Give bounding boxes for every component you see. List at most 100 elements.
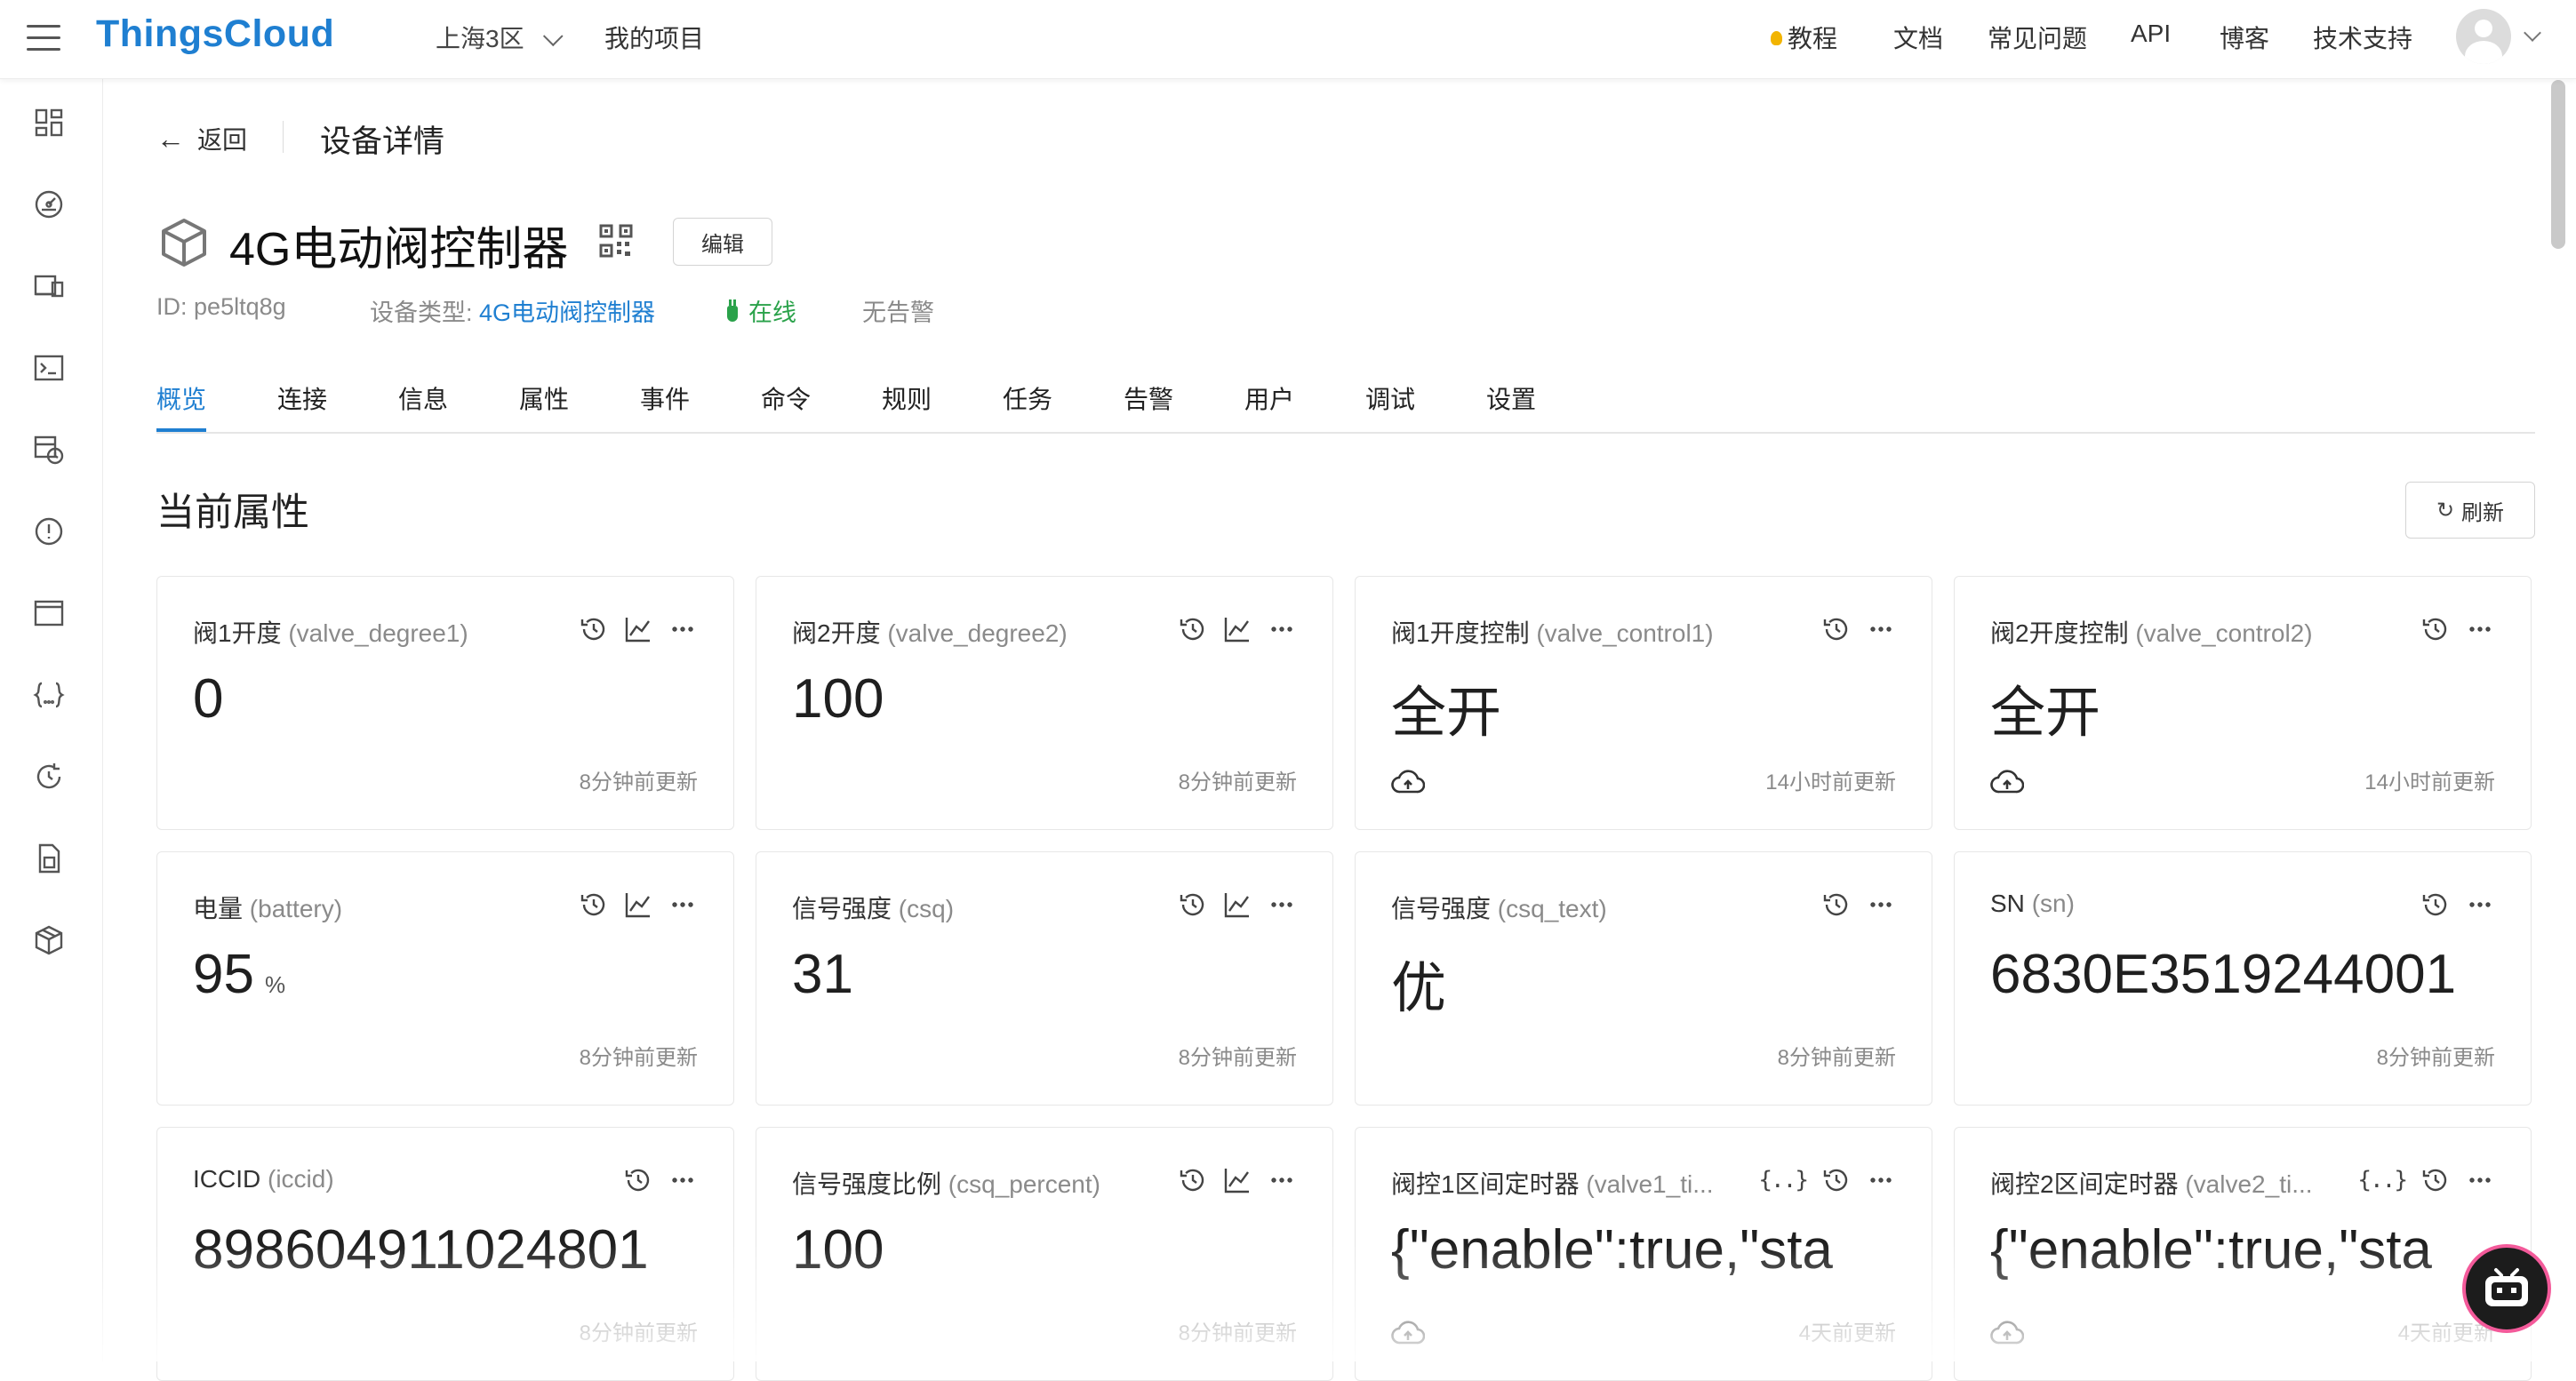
more-icon[interactable] (1866, 890, 1896, 920)
property-label: SN (sn) (1990, 890, 2075, 917)
avatar[interactable] (2456, 9, 2511, 64)
history-icon[interactable] (623, 1165, 653, 1195)
chevron-down-icon (542, 26, 564, 47)
refresh-icon: ↻ (2436, 498, 2455, 523)
window-icon[interactable] (32, 596, 66, 630)
more-icon[interactable] (1866, 1165, 1896, 1195)
history-icon[interactable] (1821, 614, 1852, 644)
edit-button[interactable]: 编辑 (673, 218, 772, 266)
cloud-upload-icon[interactable] (1990, 769, 2025, 795)
history-icon[interactable] (1178, 614, 1208, 644)
package-icon[interactable] (32, 923, 66, 957)
nav-tutorial[interactable]: 教程 (1771, 20, 1837, 55)
json-icon[interactable]: {..} (2357, 1167, 2408, 1193)
sidebar (0, 79, 103, 1361)
region-selector[interactable]: 上海3区 (436, 20, 564, 55)
nav-api[interactable]: API (2131, 20, 2171, 48)
nav-faq[interactable]: 常见问题 (1988, 20, 2087, 55)
updated-time: 8分钟前更新 (1178, 770, 1297, 794)
tab-info[interactable]: 信息 (398, 380, 448, 430)
updated-time: 8分钟前更新 (2376, 1046, 2495, 1070)
chart-icon[interactable] (623, 890, 653, 920)
property-value: 6830E3519244001 (1990, 944, 2457, 1005)
tab-debug[interactable]: 调试 (1365, 380, 1415, 430)
dashboard-icon[interactable] (32, 106, 66, 140)
property-label: 信号强度比例 (csq_percent) (792, 1170, 1100, 1198)
menu-icon[interactable] (27, 25, 60, 52)
property-label: 阀控1区间定时器 (valve1_ti... (1391, 1170, 1714, 1198)
chart-icon[interactable] (1222, 1165, 1252, 1195)
more-icon[interactable] (2465, 614, 2495, 644)
tab-rules[interactable]: 规则 (882, 380, 932, 430)
more-icon[interactable] (668, 614, 698, 644)
back-button[interactable]: ← 返回 (156, 121, 247, 156)
more-icon[interactable] (1866, 614, 1896, 644)
qr-code-icon[interactable] (599, 224, 633, 258)
tab-commands[interactable]: 命令 (761, 380, 811, 430)
chart-icon[interactable] (623, 614, 653, 644)
chevron-down-icon[interactable] (2524, 24, 2541, 42)
alert-icon[interactable] (32, 515, 66, 548)
more-icon[interactable] (2465, 1165, 2495, 1195)
history-icon[interactable] (579, 890, 609, 920)
property-label: 信号强度 (csq) (792, 895, 955, 922)
nav-blog[interactable]: 博客 (2220, 20, 2269, 55)
lightbulb-icon (1771, 31, 1782, 45)
device-id: ID: pe5ltq8g (156, 293, 286, 321)
json-icon[interactable] (32, 678, 66, 712)
history-icon[interactable] (2420, 614, 2451, 644)
tab-tasks[interactable]: 任务 (1003, 380, 1052, 430)
arrow-left-icon: ← (156, 122, 185, 155)
chart-icon[interactable] (1222, 890, 1252, 920)
device-type-link[interactable]: 4G电动阀控制器 (479, 299, 655, 326)
refresh-button[interactable]: ↻ 刷新 (2405, 482, 2535, 539)
sim-card-icon[interactable] (32, 842, 66, 875)
chart-icon[interactable] (1222, 614, 1252, 644)
more-icon[interactable] (668, 1165, 698, 1195)
brand-logo[interactable]: ThingsCloud (96, 12, 334, 56)
history-icon[interactable] (2420, 890, 2451, 920)
schedule-icon[interactable] (32, 433, 66, 467)
gauge-icon[interactable] (32, 188, 66, 221)
device-type: 设备类型: 4G电动阀控制器 (370, 293, 655, 328)
reload-icon[interactable] (32, 760, 66, 794)
divider (283, 121, 284, 153)
property-card: ICCID (iccid) 898604911024801 8分钟前更新 (156, 1127, 734, 1381)
tab-events[interactable]: 事件 (640, 380, 690, 430)
history-icon[interactable] (1178, 890, 1208, 920)
more-icon[interactable] (1267, 1165, 1297, 1195)
terminal-icon[interactable] (32, 351, 66, 385)
more-icon[interactable] (2465, 890, 2495, 920)
history-icon[interactable] (1821, 1165, 1852, 1195)
my-projects-link[interactable]: 我的项目 (604, 20, 704, 55)
more-icon[interactable] (1267, 614, 1297, 644)
property-value: 898604911024801 (193, 1219, 649, 1281)
tab-attributes[interactable]: 属性 (519, 380, 569, 430)
history-icon[interactable] (1821, 890, 1852, 920)
nav-docs[interactable]: 文档 (1893, 20, 1943, 55)
history-icon[interactable] (2420, 1165, 2451, 1195)
more-icon[interactable] (668, 890, 698, 920)
tab-settings[interactable]: 设置 (1486, 380, 1536, 430)
property-value: 全开 (1990, 683, 2101, 744)
json-icon[interactable]: {..} (1758, 1167, 1809, 1193)
tv-widget-icon[interactable] (2462, 1244, 2551, 1333)
scrollbar[interactable] (2551, 80, 2565, 249)
devices-icon[interactable] (32, 269, 66, 303)
nav-support[interactable]: 技术支持 (2313, 20, 2412, 55)
tab-connection[interactable]: 连接 (277, 380, 327, 430)
tab-overview[interactable]: 概览 (156, 380, 207, 432)
region-label: 上海3区 (436, 25, 524, 52)
cloud-sync-icon[interactable] (1391, 1320, 1426, 1346)
property-value: 100 (792, 1219, 884, 1281)
cloud-sync-icon[interactable] (1990, 1320, 2025, 1346)
refresh-label: 刷新 (2461, 500, 2505, 525)
property-label: ICCID (iccid) (193, 1165, 334, 1193)
status-label: 在线 (748, 299, 796, 326)
history-icon[interactable] (1178, 1165, 1208, 1195)
tab-users[interactable]: 用户 (1244, 380, 1294, 430)
cloud-upload-icon[interactable] (1391, 769, 1426, 795)
history-icon[interactable] (579, 614, 609, 644)
more-icon[interactable] (1267, 890, 1297, 920)
tab-alarms[interactable]: 告警 (1124, 380, 1173, 430)
